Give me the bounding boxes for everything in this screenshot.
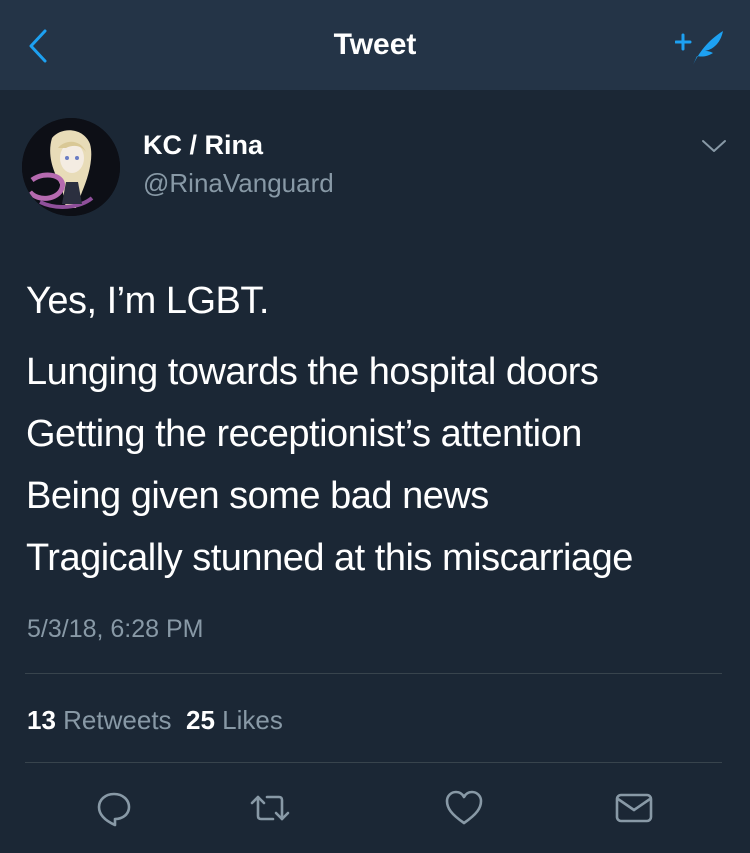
tweet-detail: KC / Rina @RinaVanguard Yes, I’m LGBT. L… bbox=[0, 90, 750, 853]
navigation-bar: Tweet bbox=[0, 0, 750, 90]
tweet-timestamp: 5/3/18, 6:28 PM bbox=[27, 615, 204, 643]
tweet-line: Being given some bad news bbox=[26, 475, 489, 517]
likes-count[interactable]: 25 bbox=[186, 705, 215, 735]
retweet-button[interactable] bbox=[240, 778, 300, 838]
tweet-stats: 13 Retweets 25 Likes bbox=[27, 705, 283, 736]
like-button[interactable] bbox=[434, 778, 494, 838]
tweet-line: Getting the receptionist’s attention bbox=[26, 413, 582, 455]
compose-tweet-button[interactable] bbox=[672, 24, 730, 70]
divider bbox=[25, 762, 722, 763]
retweet-icon bbox=[250, 795, 290, 821]
tweet-text: Yes, I’m LGBT. Lunging towards the hospi… bbox=[26, 270, 726, 589]
tweet-options-button[interactable] bbox=[700, 136, 728, 156]
envelope-icon bbox=[615, 793, 653, 823]
compose-tweet-icon bbox=[675, 31, 723, 65]
retweets-count[interactable]: 13 bbox=[27, 705, 56, 735]
chevron-down-icon bbox=[702, 140, 726, 152]
retweets-label[interactable]: Retweets bbox=[63, 705, 171, 735]
avatar-image bbox=[22, 118, 120, 216]
tweet-line: Tragically stunned at this miscarriage bbox=[26, 537, 633, 579]
author-handle[interactable]: @RinaVanguard bbox=[143, 168, 334, 199]
page-title: Tweet bbox=[333, 28, 417, 61]
avatar[interactable] bbox=[22, 118, 120, 216]
reply-button[interactable] bbox=[84, 778, 144, 838]
heart-icon bbox=[445, 790, 483, 825]
tweet-line: Lunging towards the hospital doors bbox=[26, 351, 599, 393]
tweet-line: Yes, I’m LGBT. bbox=[26, 280, 269, 322]
divider bbox=[25, 673, 722, 674]
direct-message-button[interactable] bbox=[604, 778, 664, 838]
tweet-action-bar bbox=[0, 778, 750, 838]
likes-label[interactable]: Likes bbox=[222, 705, 283, 735]
author-display-name[interactable]: KC / Rina bbox=[143, 130, 263, 161]
reply-icon bbox=[97, 792, 131, 827]
